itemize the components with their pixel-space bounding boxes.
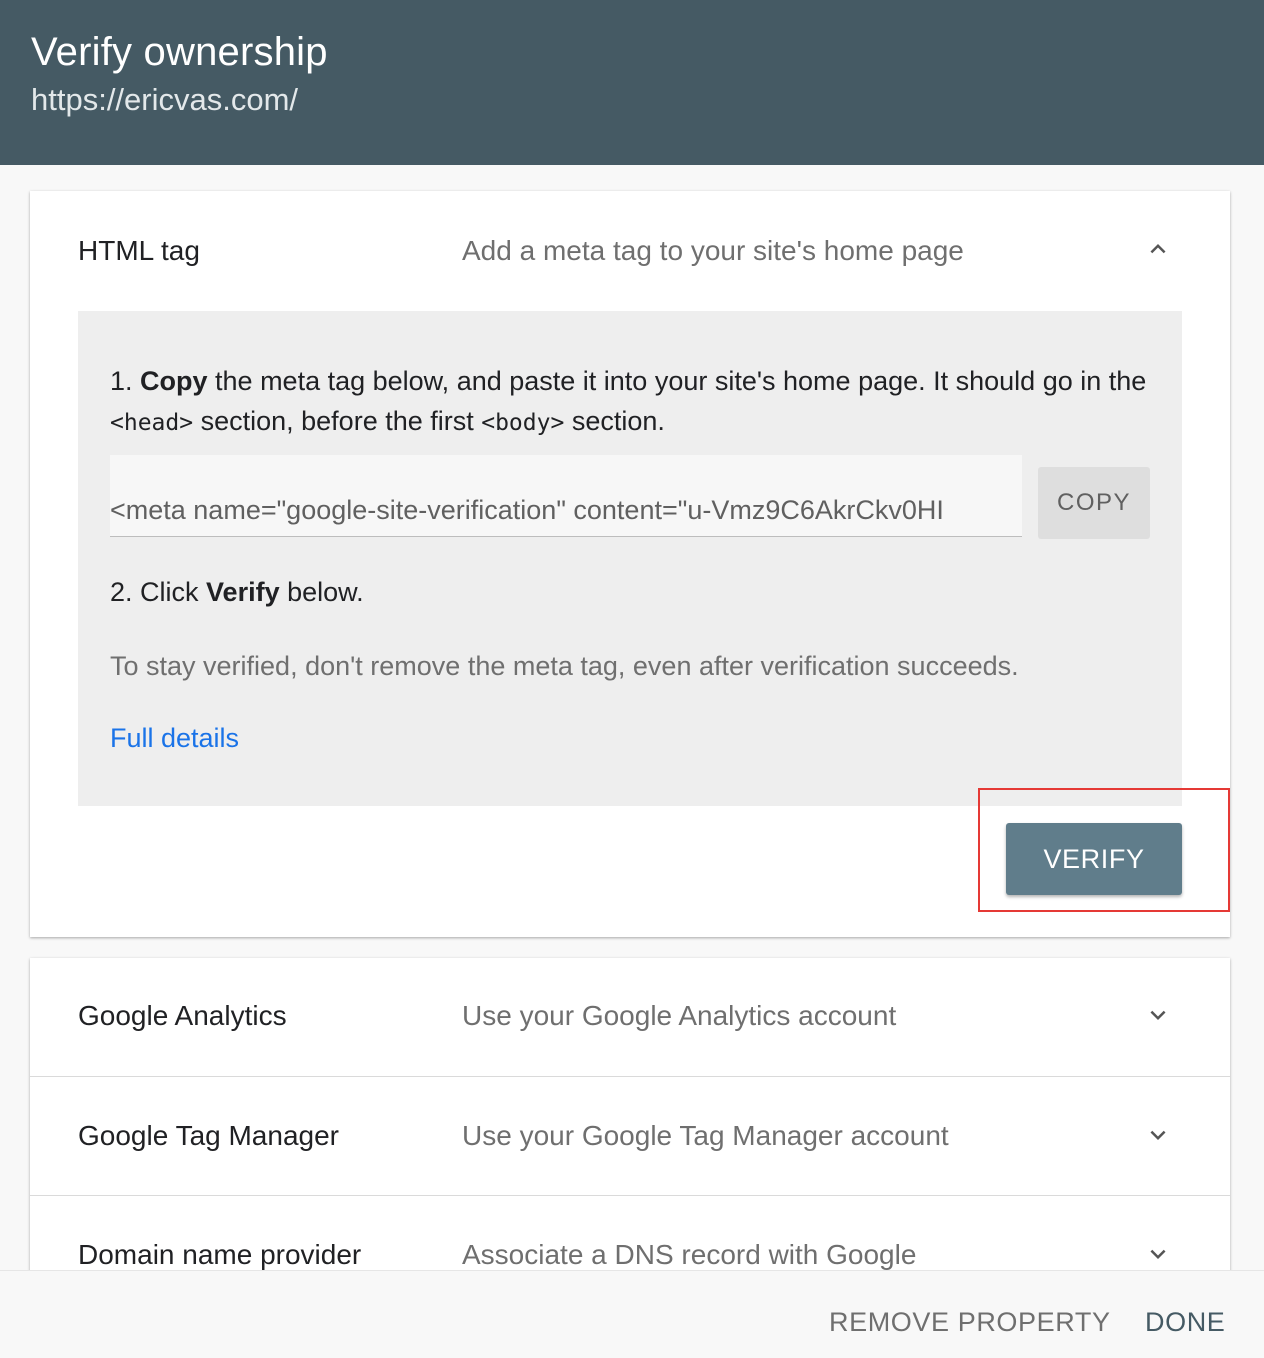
- chevron-down-icon[interactable]: [1142, 1119, 1174, 1151]
- method-label: Google Analytics: [78, 1000, 287, 1031]
- dialog-header: Verify ownership https://ericvas.com/: [0, 0, 1264, 165]
- meta-tag-input[interactable]: [110, 495, 1022, 526]
- chevron-down-icon[interactable]: [1142, 999, 1174, 1031]
- method-google-tag-manager[interactable]: Google Tag Manager Use your Google Tag M…: [30, 1077, 1230, 1196]
- step-1-bold: Copy: [140, 366, 208, 396]
- method-label: Google Tag Manager: [78, 1120, 339, 1151]
- html-tag-card: HTML tag Add a meta tag to your site's h…: [30, 191, 1230, 937]
- step-1-prefix: 1.: [110, 366, 141, 396]
- step-2-prefix: 2. Click: [110, 577, 207, 607]
- html-tag-description: Add a meta tag to your site's home page: [462, 235, 964, 266]
- method-description: Use your Google Tag Manager account: [462, 1120, 949, 1151]
- step-2-bold: Verify: [206, 577, 280, 607]
- step-1-text-b: section, before the first: [193, 406, 482, 436]
- stay-verified-note: To stay verified, don't remove the meta …: [110, 651, 1019, 681]
- done-button[interactable]: DONE: [1145, 1307, 1225, 1338]
- page-title: Verify ownership: [31, 30, 328, 74]
- site-url: https://ericvas.com/: [31, 82, 299, 117]
- html-tag-label: HTML tag: [78, 235, 200, 266]
- full-details-link[interactable]: Full details: [110, 723, 239, 754]
- body-tag-code: <body>: [481, 410, 565, 436]
- meta-tag-field[interactable]: [110, 455, 1022, 537]
- remove-property-button[interactable]: REMOVE PROPERTY: [829, 1307, 1111, 1338]
- dialog-footer: REMOVE PROPERTY DONE: [0, 1270, 1264, 1358]
- chevron-up-icon[interactable]: [1142, 233, 1174, 265]
- step-1-text-c: section.: [564, 406, 665, 436]
- method-description: Use your Google Analytics account: [462, 1000, 897, 1031]
- method-google-analytics[interactable]: Google Analytics Use your Google Analyti…: [30, 958, 1230, 1077]
- step-2-text: 2. Click Verify below.: [110, 577, 364, 608]
- step-1-text: 1. Copy the meta tag below, and paste it…: [110, 361, 1170, 443]
- step-1-text-a: the meta tag below, and paste it into yo…: [207, 366, 1147, 396]
- method-label: Domain name provider: [78, 1239, 362, 1270]
- method-description: Associate a DNS record with Google: [462, 1239, 917, 1270]
- html-tag-instructions: 1. Copy the meta tag below, and paste it…: [78, 311, 1182, 806]
- head-tag-code: <head>: [110, 410, 194, 436]
- copy-button[interactable]: COPY: [1038, 467, 1150, 539]
- chevron-down-icon[interactable]: [1142, 1238, 1174, 1270]
- verify-button[interactable]: VERIFY: [1006, 823, 1182, 895]
- step-2-suffix: below.: [279, 577, 364, 607]
